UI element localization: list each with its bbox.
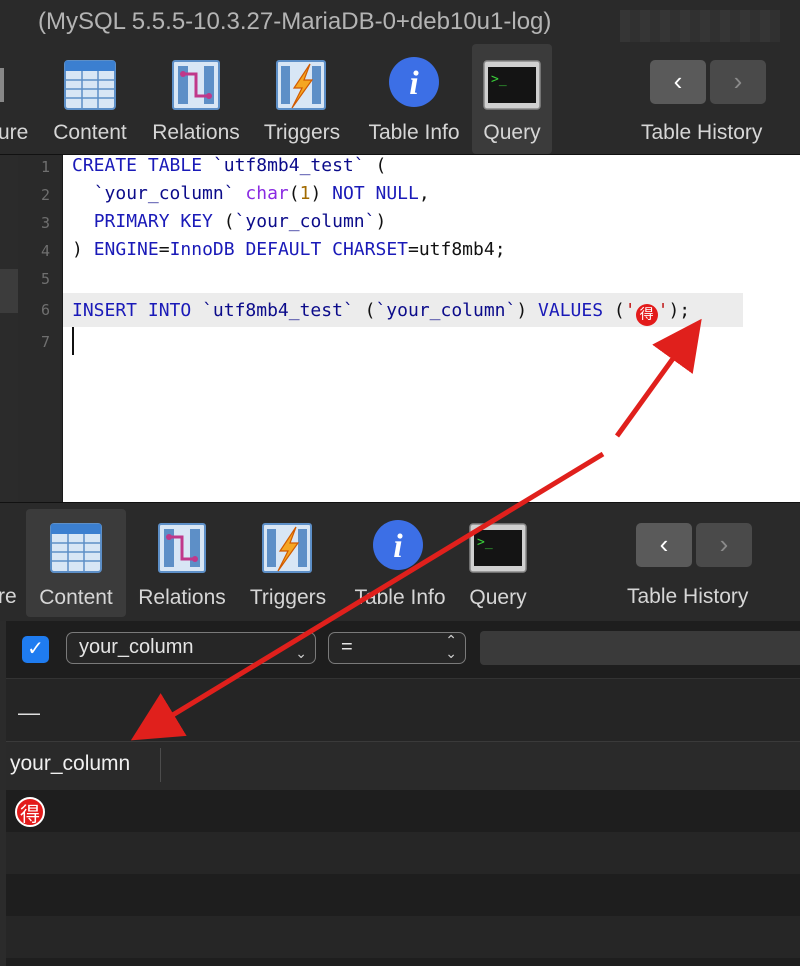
filter-column-select[interactable]: your_column ⌃ ⌄ bbox=[66, 632, 316, 664]
relations-icon bbox=[158, 523, 206, 573]
svg-text:i: i bbox=[393, 528, 403, 565]
svg-text:>_: >_ bbox=[491, 72, 507, 87]
table-history-label: Table History bbox=[641, 121, 763, 144]
info-icon: i bbox=[373, 520, 423, 570]
toolbar-content-button[interactable]: Content bbox=[42, 48, 138, 154]
toolbar-triggers-button[interactable]: Triggers bbox=[254, 48, 350, 154]
code-line-2: `your_column` char(1) NOT NULL, bbox=[93, 183, 430, 204]
select-arrows-icon: ⌃ ⌄ bbox=[295, 632, 307, 661]
code-line-6: INSERT INTO `utf8mb4_test` (`your_column… bbox=[72, 300, 690, 326]
line-number: 4 bbox=[40, 242, 50, 260]
toolbar-query-label: Query bbox=[483, 121, 541, 144]
code-line-1: CREATE TABLE `utf8mb4_test` ( bbox=[72, 155, 387, 176]
filter-operator-select[interactable]: = ⌃ ⌄ bbox=[328, 632, 466, 664]
table-history-label: Table History bbox=[627, 585, 749, 608]
line-number: 3 bbox=[40, 214, 50, 232]
toolbar-tableinfo-button[interactable]: i Table Info bbox=[344, 509, 456, 617]
column-header-your-column[interactable]: your_column bbox=[10, 752, 130, 776]
toolbar-content-label: Content bbox=[53, 121, 127, 144]
table-row bbox=[6, 874, 800, 916]
table-grid-icon bbox=[64, 60, 116, 110]
relations-icon bbox=[172, 60, 220, 110]
toolbar-query-button[interactable]: >_ Query bbox=[472, 44, 552, 154]
top-toolbar: ure Content Relations Triggers i Table I… bbox=[0, 44, 800, 155]
terminal-icon: >_ bbox=[469, 523, 527, 573]
toolbar-tableinfo-button[interactable]: i Table Info bbox=[358, 48, 470, 154]
rows-indicator: — bbox=[18, 700, 40, 725]
table-row bbox=[6, 832, 800, 874]
history-forward-button[interactable]: › bbox=[696, 523, 752, 567]
structure-icon-partial bbox=[0, 68, 4, 102]
select-arrows-icon: ⌃ ⌄ bbox=[445, 632, 457, 661]
toolbar-relations-button[interactable]: Relations bbox=[146, 48, 246, 154]
text-cursor bbox=[72, 327, 74, 355]
toolbar-triggers-button[interactable]: Triggers bbox=[240, 509, 336, 617]
table-grid-icon bbox=[50, 523, 102, 573]
toolbar-query-button[interactable]: >_ Query bbox=[458, 509, 538, 617]
toolbar-relations-label: Relations bbox=[152, 121, 240, 144]
line-number: 5 bbox=[40, 270, 50, 288]
toolbar-tableinfo-label: Table Info bbox=[368, 121, 460, 144]
history-forward-button[interactable]: › bbox=[710, 60, 766, 104]
line-number-gutter: 1 2 3 4 5 6 7 bbox=[18, 155, 63, 502]
window-titlebar: (MySQL 5.5.5-10.3.27-MariaDB-0+deb10u1-l… bbox=[0, 0, 800, 48]
toolbar-content-label: Content bbox=[39, 586, 113, 609]
toolbar-content-button[interactable]: Content bbox=[26, 509, 126, 617]
column-divider[interactable] bbox=[160, 748, 161, 782]
toolbar-item-structure-partial[interactable]: re bbox=[0, 585, 17, 609]
filter-enable-checkbox[interactable]: ✓ bbox=[22, 636, 49, 663]
toolbar-query-label: Query bbox=[469, 586, 527, 609]
line-number: 7 bbox=[40, 333, 50, 351]
query-editor[interactable]: CREATE TABLE `utf8mb4_test` ( `your_colu… bbox=[63, 155, 800, 502]
window-title: (MySQL 5.5.5-10.3.27-MariaDB-0+deb10u1-l… bbox=[38, 8, 552, 35]
svg-text:>_: >_ bbox=[477, 535, 493, 550]
sidebar-strip bbox=[0, 155, 18, 502]
filter-column-value: your_column bbox=[79, 636, 194, 658]
info-icon: i bbox=[389, 57, 439, 107]
svg-text:i: i bbox=[409, 65, 419, 102]
bottom-toolbar: re Content Relations Triggers i Table In… bbox=[0, 502, 800, 622]
toolbar-item-structure-partial[interactable]: ure bbox=[0, 121, 28, 145]
code-line-4: ) ENGINE=InnoDB DEFAULT CHARSET=utf8mb4; bbox=[72, 239, 506, 260]
toolbar-relations-label: Relations bbox=[138, 586, 226, 609]
history-back-button[interactable]: ‹ bbox=[636, 523, 692, 567]
toolbar-triggers-label: Triggers bbox=[263, 121, 341, 144]
filter-value-input[interactable] bbox=[480, 631, 800, 665]
toolbar-relations-button[interactable]: Relations bbox=[132, 509, 232, 617]
table-row bbox=[6, 916, 800, 958]
line-number: 2 bbox=[40, 186, 50, 204]
terminal-icon: >_ bbox=[483, 60, 541, 110]
table-cell-emoji[interactable]: 得 bbox=[15, 797, 45, 827]
sidebar-selection bbox=[0, 269, 18, 313]
line-number: 1 bbox=[40, 158, 50, 176]
triggers-icon bbox=[276, 60, 326, 110]
table-row[interactable] bbox=[6, 790, 800, 832]
redacted-region bbox=[620, 10, 780, 42]
triggers-icon bbox=[262, 523, 312, 573]
toolbar-tableinfo-label: Table Info bbox=[354, 586, 446, 609]
emoji-glyph: 得 bbox=[635, 304, 658, 326]
history-back-button[interactable]: ‹ bbox=[650, 60, 706, 104]
results-toolbar bbox=[6, 678, 800, 741]
line-number: 6 bbox=[40, 301, 50, 319]
filter-operator-value: = bbox=[341, 636, 353, 658]
code-line-3: PRIMARY KEY (`your_column`) bbox=[93, 211, 387, 232]
toolbar-triggers-label: Triggers bbox=[249, 586, 327, 609]
